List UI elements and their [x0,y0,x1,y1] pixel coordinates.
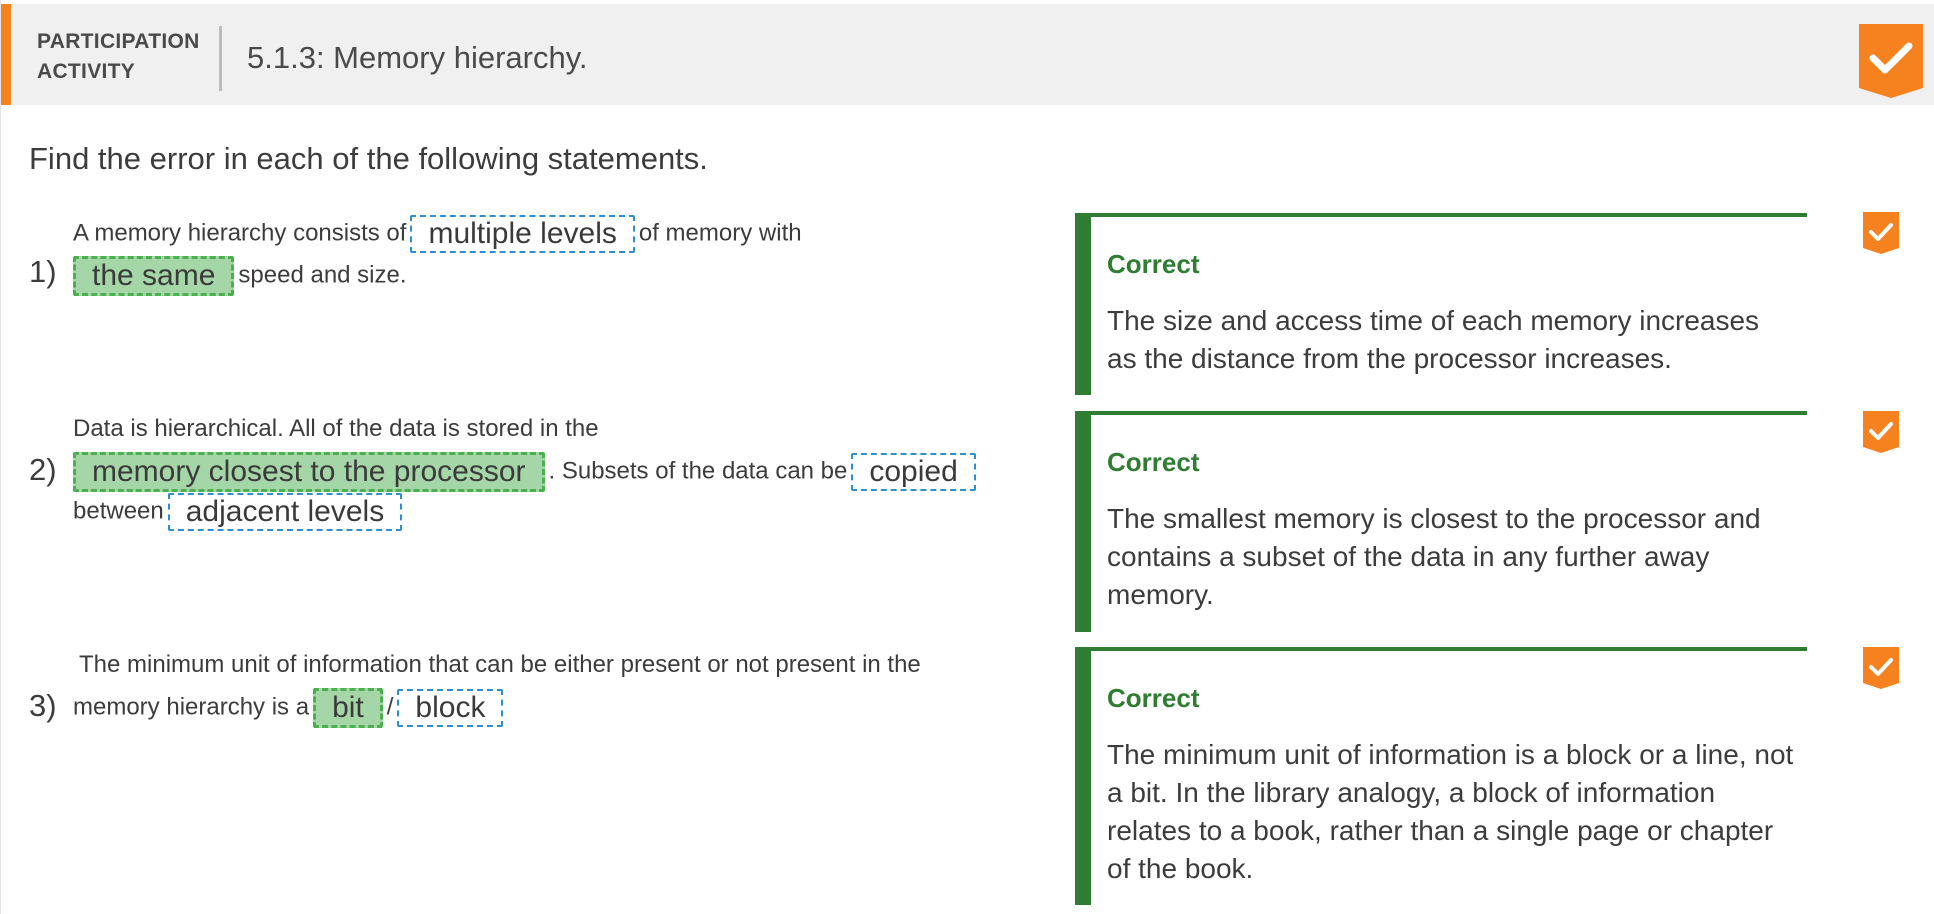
question-1-line-2: the same speed and size. [73,256,407,296]
statement-text: speed and size. [238,261,407,289]
participation-activity-card: PARTICIPATION ACTIVITY 5.1.3: Memory hie… [0,0,1934,914]
activity-title: 5.1.3: Memory hierarchy. [247,40,588,75]
statement-text: memory hierarchy is a [73,693,310,721]
feedback-panel: Correct The size and access time of each… [1075,213,1807,395]
statement-text: Data is hierarchical. All of the data is… [73,415,599,442]
selected-choice-chip[interactable]: the same [73,256,235,296]
feedback-text: The smallest memory is closest to the pr… [1107,503,1761,610]
question-3-line-2: memory hierarchy is a bit / block [73,688,507,728]
feedback-title: Correct [1107,447,1200,477]
selected-choice-chip[interactable]: bit [313,688,383,728]
feedback-panel: Correct The minimum unit of information … [1075,647,1807,905]
correct-check-icon [1863,647,1899,689]
choice-chip[interactable]: copied [851,453,976,491]
question-2-line-2: memory closest to the processor. Subsets… [73,452,980,492]
question-3-line-1: The minimum unit of information that can… [79,650,921,680]
feedback-title: Correct [1107,249,1200,279]
selected-choice-chip[interactable]: memory closest to the processor [73,452,545,492]
instructions: Find the error in each of the following … [29,141,708,176]
feedback-panel: Correct The smallest memory is closest t… [1075,411,1807,632]
statement-text: The minimum unit of information that can… [79,651,921,678]
choice-chip[interactable]: block [397,689,504,727]
choice-chip[interactable]: multiple levels [410,215,635,253]
activity-header: PARTICIPATION ACTIVITY 5.1.3: Memory hie… [1,4,1934,105]
statement-text: between [73,497,164,525]
separator: / [386,693,394,721]
question-2-line-1: Data is hierarchical. All of the data is… [73,414,599,444]
statement-text: . Subsets of the data can be [548,457,848,485]
choice-chip[interactable]: adjacent levels [167,493,403,531]
question-1-line-1: A memory hierarchy consists of multiple l… [73,215,802,253]
correct-check-icon [1863,411,1899,453]
feedback-title: Correct [1107,683,1200,713]
statement-text: A memory hierarchy consists of [73,219,407,247]
question-2-line-3: between adjacent levels [73,493,406,531]
activity-type-label: PARTICIPATION ACTIVITY [37,30,200,83]
orange-check-badge-icon [1859,24,1923,98]
statement-text: of memory with [638,219,802,247]
header-divider [219,26,222,91]
question-number: 1) [29,254,57,289]
feedback-text: The minimum unit of information is a blo… [1107,739,1794,884]
correct-check-icon [1863,212,1899,254]
feedback-text: The size and access time of each memory … [1107,305,1760,374]
question-number: 2) [29,452,57,487]
question-number: 3) [29,688,57,723]
